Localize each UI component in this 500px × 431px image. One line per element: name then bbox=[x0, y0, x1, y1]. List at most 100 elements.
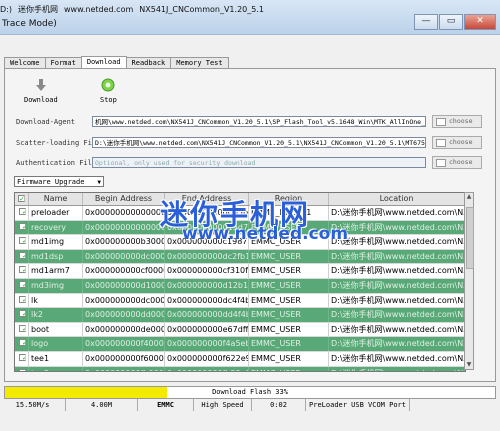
table-row[interactable]: ✓lk20x000000000dd000000x000000000dd4f4bf… bbox=[15, 308, 465, 323]
row-checkbox[interactable]: ✓ bbox=[19, 222, 26, 230]
cell-region: EMMC_USER bbox=[249, 264, 329, 278]
row-checkbox[interactable]: ✓ bbox=[19, 368, 26, 371]
row-checkbox-cell[interactable]: ✓ bbox=[15, 278, 29, 293]
cell-end-address: 0x000000000dc4f4bf bbox=[165, 293, 249, 308]
row-checkbox-cell[interactable]: ✓ bbox=[15, 366, 29, 371]
close-button[interactable]: ✕ bbox=[464, 14, 496, 30]
table-row[interactable]: ✓lk0x000000000dc000000x000000000dc4f4bfE… bbox=[15, 293, 465, 309]
table-row[interactable]: ✓tee20x000000000fb000000x000000000fb22e9… bbox=[15, 366, 465, 371]
choose-label: choose bbox=[449, 117, 473, 125]
header-begin-address[interactable]: Begin Address bbox=[83, 193, 165, 205]
address-part: D:) bbox=[0, 5, 12, 14]
cell-name: lk2 bbox=[29, 308, 83, 322]
choose-scatter-button[interactable]: choose bbox=[432, 136, 482, 149]
cell-location: D:\迷你手机网\www.netded.com\NX5... bbox=[329, 322, 465, 337]
tab-download[interactable]: Download bbox=[80, 56, 127, 68]
status-size: 4.00M bbox=[66, 399, 138, 411]
table-row[interactable]: ✓logo0x000000000f4000000x000000000f4a5eb… bbox=[15, 337, 465, 352]
table-row[interactable]: ✓md1dsp0x000000000dc000000x000000000dc2f… bbox=[15, 249, 465, 265]
row-checkbox-cell[interactable]: ✓ bbox=[15, 337, 29, 351]
cell-region: EMMC_USER bbox=[249, 278, 329, 293]
address-part: www.netded.com bbox=[63, 5, 134, 14]
auth-file-field[interactable]: Optional, only used for security downloa… bbox=[92, 157, 426, 168]
row-checkbox-cell[interactable]: ✓ bbox=[15, 249, 29, 264]
cell-location: D:\迷你手机网\www.netded.com\NX5... bbox=[329, 278, 465, 293]
row-checkbox-cell[interactable]: ✓ bbox=[15, 235, 29, 249]
row-checkbox-cell[interactable]: ✓ bbox=[15, 308, 29, 322]
cell-name: logo bbox=[29, 337, 83, 351]
table-row[interactable]: ✓boot0x000000000de000000x000000000e67dff… bbox=[15, 322, 465, 338]
row-checkbox[interactable]: ✓ bbox=[19, 339, 26, 347]
row-checkbox-cell[interactable]: ✓ bbox=[15, 206, 29, 220]
row-checkbox-cell[interactable]: ✓ bbox=[15, 322, 29, 337]
download-mode-select[interactable]: Firmware Upgrade ▼ bbox=[14, 176, 104, 187]
cell-location: D:\迷你手机网\www.netded.com\NX5... bbox=[329, 249, 465, 264]
address-bar[interactable]: D:) 迷你手机网 www.netded.com NX541J_CNCommon… bbox=[0, 3, 270, 16]
table-row[interactable]: ✓md3img0x000000000d1000000x000000000d12b… bbox=[15, 278, 465, 294]
row-checkbox-cell[interactable]: ✓ bbox=[15, 220, 29, 235]
tab-readback[interactable]: Readback bbox=[125, 57, 172, 68]
cell-location: D:\迷你手机网\www.netded.com\NX5... bbox=[329, 264, 465, 278]
choose-download-agent-button[interactable]: choose bbox=[432, 115, 482, 128]
folder-icon bbox=[436, 138, 446, 147]
tab-memory-test[interactable]: Memory Test bbox=[170, 57, 229, 68]
header-location[interactable]: Location bbox=[329, 193, 465, 205]
scrollbar-thumb[interactable] bbox=[466, 207, 474, 269]
row-checkbox[interactable]: ✓ bbox=[19, 266, 26, 274]
choose-label: choose bbox=[449, 158, 473, 166]
tab-format[interactable]: Format bbox=[44, 57, 82, 68]
auth-file-label: Authentication File bbox=[16, 159, 97, 167]
cell-name: md1dsp bbox=[29, 249, 83, 264]
cell-name: tee1 bbox=[29, 351, 83, 366]
stop-icon bbox=[101, 78, 115, 92]
tab-welcome[interactable]: Welcome bbox=[4, 57, 46, 68]
row-checkbox[interactable]: ✓ bbox=[19, 280, 26, 288]
row-checkbox-cell[interactable]: ✓ bbox=[15, 264, 29, 278]
stop-tool-button[interactable]: Stop bbox=[100, 78, 117, 104]
minimize-button[interactable]: — bbox=[414, 14, 438, 30]
row-checkbox[interactable]: ✓ bbox=[19, 237, 26, 245]
cell-end-address: 0x000000000fb22e9f bbox=[165, 366, 249, 371]
header-name[interactable]: Name bbox=[29, 193, 83, 205]
row-checkbox[interactable]: ✓ bbox=[19, 295, 26, 303]
choose-auth-button[interactable]: choose bbox=[432, 156, 482, 169]
cell-region: EMMC_USER bbox=[249, 366, 329, 371]
table-scrollbar[interactable]: ▲ ▼ bbox=[464, 192, 474, 370]
row-checkbox-cell[interactable]: ✓ bbox=[15, 351, 29, 366]
cell-name: boot bbox=[29, 322, 83, 337]
cell-end-address: 0x000000000cf310ff bbox=[165, 264, 249, 278]
scatter-file-field[interactable]: D:\迷你手机网\www.netded.com\NX541J_CNCommon_… bbox=[92, 137, 426, 148]
status-port: PreLoader USB VCOM Port bbox=[306, 399, 410, 411]
row-checkbox[interactable]: ✓ bbox=[19, 310, 26, 318]
cell-name: preloader bbox=[29, 206, 83, 220]
download-tool-button[interactable]: Download bbox=[24, 78, 58, 104]
cell-name: recovery bbox=[29, 220, 83, 235]
address-part: NX541J_CNCommon_V1.20_5.1 bbox=[139, 5, 264, 14]
scroll-down-icon[interactable]: ▼ bbox=[465, 361, 473, 369]
cell-end-address: 0x000000000f622e9f bbox=[165, 351, 249, 366]
select-all-cell[interactable]: ✓ bbox=[15, 193, 29, 205]
row-checkbox-cell[interactable]: ✓ bbox=[15, 293, 29, 308]
status-usb-speed: High Speed bbox=[194, 399, 252, 411]
cell-end-address: 0x000000000d12b1ff bbox=[165, 278, 249, 293]
maximize-button[interactable]: ▭ bbox=[439, 14, 463, 30]
cell-location: D:\迷你手机网\www.netded.com\NX5... bbox=[329, 351, 465, 366]
scroll-up-icon[interactable]: ▲ bbox=[465, 193, 473, 201]
select-all-checkbox[interactable]: ✓ bbox=[18, 195, 25, 203]
row-checkbox[interactable]: ✓ bbox=[19, 251, 26, 259]
tab-bar: Welcome Format Download Readback Memory … bbox=[4, 56, 229, 68]
row-checkbox[interactable]: ✓ bbox=[19, 208, 26, 215]
cell-begin-address: 0x000000000cf00000 bbox=[83, 264, 165, 278]
folder-icon bbox=[436, 158, 446, 167]
cell-region: EMMC_USER bbox=[249, 293, 329, 308]
download-agent-label: Download-Agent bbox=[16, 118, 76, 126]
row-checkbox[interactable]: ✓ bbox=[19, 324, 26, 332]
row-checkbox[interactable]: ✓ bbox=[19, 353, 26, 361]
cell-region: EMMC_USER bbox=[249, 322, 329, 337]
table-row[interactable]: ✓tee10x000000000f6000000x000000000f622e9… bbox=[15, 351, 465, 367]
download-agent-field[interactable]: 机网\www.netded.com\NX541J_CNCommon_V1.20_… bbox=[92, 116, 426, 127]
table-row[interactable]: ✓md1arm70x000000000cf000000x000000000cf3… bbox=[15, 264, 465, 279]
stop-tool-label: Stop bbox=[100, 96, 117, 104]
status-time: 0:02 bbox=[252, 399, 306, 411]
choose-label: choose bbox=[449, 138, 473, 146]
